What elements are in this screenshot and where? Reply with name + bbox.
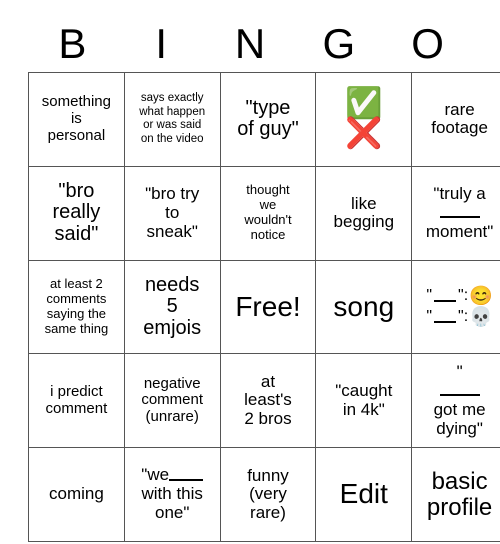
smiling-face-emoji: 😊: [469, 285, 493, 307]
bingo-cell-text: basic profile: [426, 468, 493, 521]
bingo-cell-text: Free!: [235, 290, 301, 322]
bingo-cell-text: rare footage: [431, 99, 488, 138]
bingo-cell-i1[interactable]: says exactly what happen or was said on …: [123, 72, 221, 167]
bingo-cell-text: coming: [48, 484, 104, 504]
phrase-before: "we: [141, 465, 170, 485]
phrase-after: got me dying": [433, 399, 486, 438]
bingo-cell-text: "type of guy": [237, 96, 299, 141]
bingo-cell-g2[interactable]: like begging: [315, 165, 413, 261]
bingo-cell-text: "caught in 4k": [335, 381, 393, 419]
bingo-cell-text: i predict comment: [45, 382, 108, 417]
bingo-cell-text: " ": 😊 " ": 💀: [415, 287, 500, 327]
bingo-cell-text: thought we wouldn't notice: [244, 182, 292, 243]
bingo-cell-text: negative comment (unrare): [141, 374, 204, 426]
header-letter-b: B: [58, 20, 87, 67]
bingo-cell-b2[interactable]: "bro really said": [28, 165, 125, 261]
bingo-cell-o5[interactable]: basic profile: [411, 447, 500, 542]
bingo-cell-n2[interactable]: thought we wouldn't notice: [219, 165, 317, 261]
bingo-row: coming "we with this one" funny (very rar…: [28, 447, 500, 542]
cross-mark-emoji: ❌: [345, 117, 383, 151]
bingo-cell-text: "bro really said": [52, 179, 101, 245]
bingo-cell-i5[interactable]: "we with this one": [123, 447, 221, 542]
bingo-card: B I N G O something is personal says exa…: [0, 0, 500, 544]
bingo-row: something is personal says exactly what …: [28, 72, 500, 167]
phrase-before: ": [456, 362, 463, 382]
bingo-cell-g5[interactable]: Edit: [315, 447, 413, 542]
bingo-cell-text: song: [333, 290, 395, 322]
bingo-cell-o2[interactable]: "truly a moment": [411, 165, 500, 261]
bingo-cell-b4[interactable]: i predict comment: [28, 353, 125, 449]
bingo-cell-i3[interactable]: needs 5 emjois: [123, 259, 221, 355]
bingo-cell-i2[interactable]: "bro try to sneak": [123, 165, 221, 261]
bingo-cell-n4[interactable]: at least's 2 bros: [219, 353, 317, 449]
bingo-cell-o1[interactable]: rare footage: [411, 72, 500, 167]
bingo-cell-b3[interactable]: at least 2 comments saying the same thin…: [28, 259, 125, 355]
bingo-cell-text: at least 2 comments saying the same thin…: [44, 276, 109, 336]
bingo-cell-b1[interactable]: something is personal: [28, 72, 125, 167]
header-letter-g: G: [322, 20, 356, 67]
bingo-cell-text: says exactly what happen or was said on …: [139, 92, 206, 145]
bingo-cell-n1[interactable]: "type of guy": [219, 72, 317, 167]
bingo-cell-text: " got me dying": [415, 362, 500, 438]
phrase-before: "truly a: [433, 184, 486, 204]
bingo-cell-text: ✅ ❌: [319, 86, 408, 151]
bingo-cell-g3[interactable]: song: [315, 259, 413, 355]
skull-emoji: 💀: [469, 306, 493, 328]
bingo-row: i predict comment negative comment (unra…: [28, 353, 500, 449]
bingo-cell-text: "bro try to sneak": [145, 184, 200, 241]
bingo-cell-text: "we with this one": [128, 466, 217, 522]
bingo-cell-g1[interactable]: ✅ ❌: [315, 72, 413, 167]
bingo-cell-text: "truly a moment": [415, 184, 500, 241]
bingo-cell-text: needs 5 emjois: [143, 273, 202, 339]
fill-in-blank: [434, 311, 457, 324]
bingo-cell-text: funny (very rare): [247, 465, 289, 522]
bingo-cell-b5[interactable]: coming: [28, 447, 125, 542]
bingo-grid: something is personal says exactly what …: [28, 72, 500, 542]
bingo-cell-text: at least's 2 bros: [244, 371, 292, 429]
header-letter-i: I: [155, 20, 168, 67]
bingo-cell-i4[interactable]: negative comment (unrare): [123, 353, 221, 449]
fill-in-blank: [434, 290, 457, 303]
bingo-cell-o3[interactable]: " ": 😊 " ": 💀: [411, 259, 500, 355]
quote-blank-emoji-line: " ": 😊: [426, 285, 493, 307]
bingo-cell-g4[interactable]: "caught in 4k": [315, 353, 413, 449]
header-letter-o: O: [411, 20, 444, 67]
bingo-cell-text: something is personal: [41, 93, 111, 144]
fill-in-blank: [439, 204, 480, 218]
bingo-row: at least 2 comments saying the same thin…: [28, 259, 500, 355]
bingo-cell-n5[interactable]: funny (very rare): [219, 447, 317, 542]
bingo-header-row: B I N G O: [28, 16, 472, 72]
phrase-after: with this one": [141, 484, 203, 523]
bingo-cell-text: like begging: [333, 193, 395, 232]
fill-in-blank: [169, 466, 204, 481]
quote-blank-emoji-line: " ": 💀: [426, 306, 493, 328]
bingo-cell-free[interactable]: Free!: [219, 259, 317, 355]
bingo-cell-o4[interactable]: " got me dying": [411, 353, 500, 449]
bingo-grid-body: something is personal says exactly what …: [28, 72, 500, 542]
header-letter-n: N: [234, 20, 266, 67]
check-mark-emoji: ✅: [345, 86, 383, 120]
bingo-cell-text: Edit: [339, 478, 388, 510]
fill-in-blank: [439, 382, 480, 397]
phrase-after: moment": [425, 221, 494, 241]
bingo-row: "bro really said" "bro try to sneak" tho…: [28, 165, 500, 261]
